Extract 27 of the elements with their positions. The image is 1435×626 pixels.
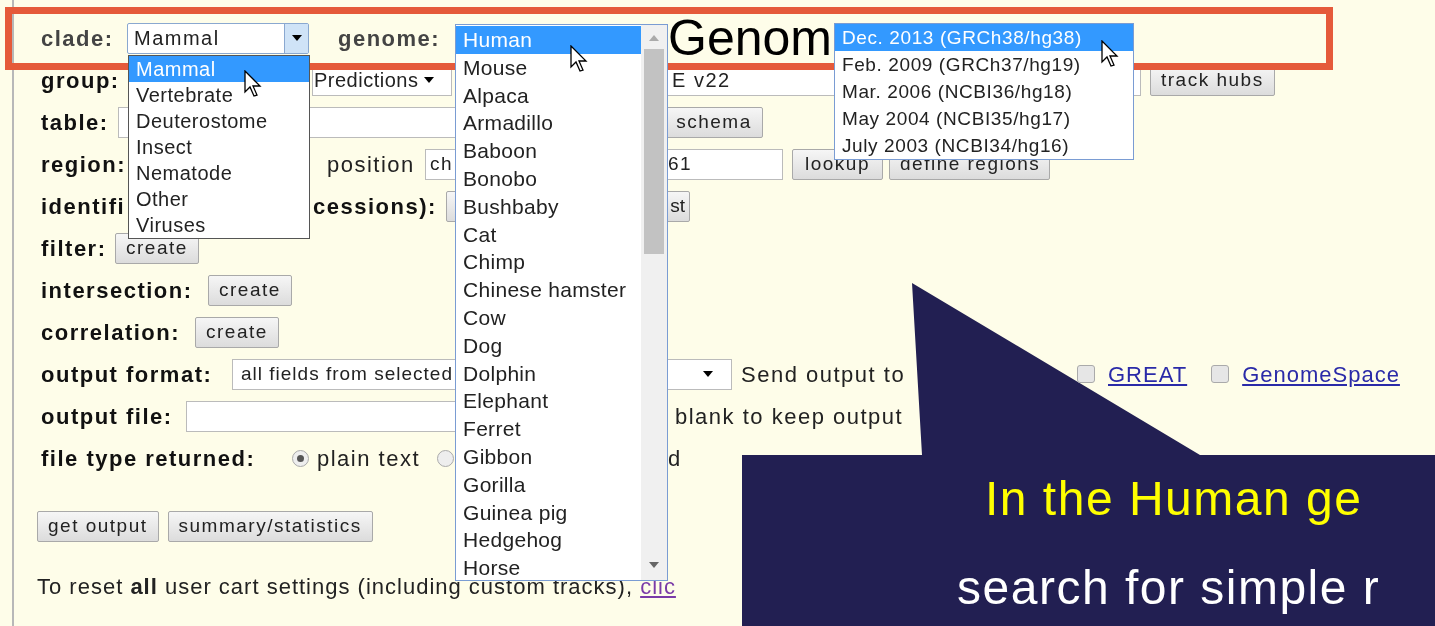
select-value: Mammal — [133, 26, 221, 51]
select-value: Predictions — [313, 68, 419, 93]
field-label: table: — [41, 109, 109, 135]
field-label: intersection: — [41, 277, 193, 303]
field-label: identifi — [41, 193, 126, 219]
field-label: correlation: — [41, 319, 181, 345]
position-label: position — [327, 151, 415, 177]
field-label: output format: — [41, 361, 213, 387]
radio-label: d — [668, 444, 682, 473]
field-label: clade: — [41, 25, 114, 51]
hint-text: blank to keep output — [675, 402, 904, 431]
field-label: file type returned: — [41, 445, 256, 471]
field-label: cessions): — [313, 193, 437, 219]
send-output-label: Send output to — [741, 361, 906, 387]
field-label: group: — [41, 67, 120, 93]
input-value: 61 — [668, 151, 693, 176]
input-value: ch — [430, 152, 454, 174]
field-label: output file: — [41, 403, 173, 429]
select-value: E v22 — [672, 68, 731, 93]
annotation-title: Genom — [668, 10, 832, 66]
field-label: region: — [41, 151, 127, 177]
radio-label: plain text — [317, 444, 421, 473]
field-label: genome: — [338, 25, 441, 51]
callout-text: In the Human ge — [985, 471, 1363, 527]
field-label: filter: — [41, 235, 107, 261]
select-value: all fields from selected — [241, 362, 453, 384]
callout-text: search for simple r — [957, 560, 1381, 616]
